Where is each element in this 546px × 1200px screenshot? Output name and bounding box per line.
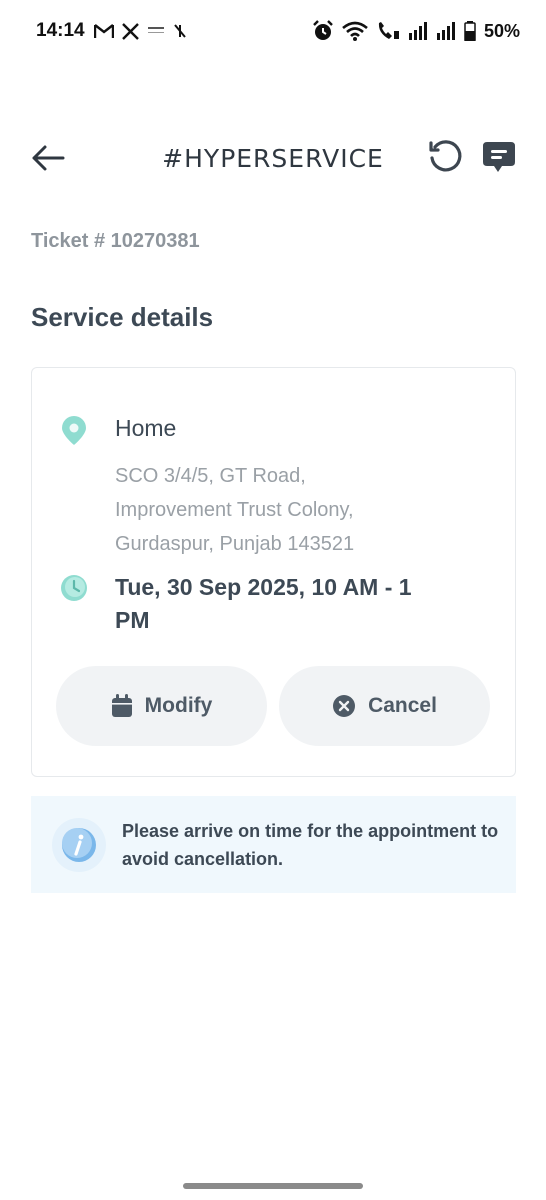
refresh-icon (429, 140, 462, 172)
wifi-calling-icon (378, 22, 399, 39)
refresh-button[interactable] (426, 138, 464, 176)
calendar-icon (111, 694, 132, 717)
location-pin-icon (62, 416, 86, 445)
info-notice: Please arrive on time for the appointmen… (31, 796, 516, 893)
gmail-icon (94, 24, 114, 38)
address-line: SCO 3/4/5, GT Road, (115, 465, 306, 487)
clock-icon (61, 575, 87, 601)
x-icon (122, 22, 139, 40)
muted-icon (174, 24, 186, 38)
address-line: Improvement Trust Colony, (115, 499, 354, 521)
cancel-button[interactable]: Cancel (279, 666, 490, 746)
modify-label: Modify (144, 694, 213, 717)
chat-button[interactable] (480, 138, 518, 176)
ticket-number: Ticket # 10270381 (31, 230, 200, 252)
address-line: Gurdaspur, Punjab 143521 (115, 533, 355, 555)
battery-percentage: 50% (483, 20, 520, 41)
cancel-label: Cancel (368, 694, 437, 717)
modify-button[interactable]: Modify (56, 666, 267, 746)
page-title: #HYPERSERVICE (162, 144, 384, 173)
battery-icon (464, 21, 476, 41)
news-icon (148, 27, 164, 33)
info-icon (52, 818, 106, 872)
close-circle-icon (333, 695, 356, 717)
status-right: 50% (312, 20, 520, 42)
status-bar: 14:14 50% (0, 0, 546, 64)
wifi-icon (342, 21, 368, 41)
status-time: 14:14 (36, 20, 85, 41)
home-indicator[interactable] (183, 1183, 363, 1189)
app-header: #HYPERSERVICE (0, 134, 546, 182)
place-name: Home (115, 415, 177, 441)
info-text: Please arrive on time for the appointmen… (122, 821, 499, 869)
service-card: Home SCO 3/4/5, GT Road, Improvement Tru… (31, 367, 516, 777)
appointment-slot: Tue, 30 Sep 2025, 10 AM - 1 PM (115, 574, 412, 633)
section-title: Service details (31, 302, 214, 332)
alarm-icon (313, 20, 333, 40)
chat-icon (483, 142, 515, 172)
address: SCO 3/4/5, GT Road, Improvement Trust Co… (115, 459, 475, 561)
signal-icon (408, 22, 427, 40)
signal-icon (436, 22, 455, 40)
notification-icons (94, 22, 187, 40)
